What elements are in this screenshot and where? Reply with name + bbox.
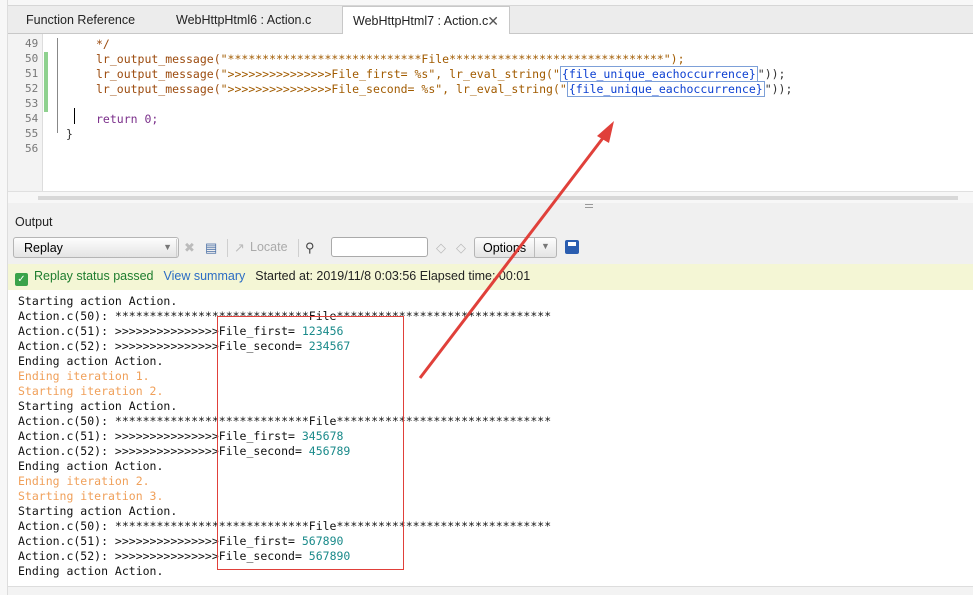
fold-guide bbox=[57, 38, 69, 133]
text-cursor bbox=[74, 108, 75, 124]
check-icon: ✓ bbox=[15, 273, 28, 286]
code-line-54: return 0; bbox=[96, 112, 159, 126]
chevron-down-icon[interactable]: ▼ bbox=[534, 238, 556, 257]
line-number: 50 bbox=[25, 52, 39, 65]
code-line-55: } bbox=[66, 127, 73, 141]
save-icon[interactable] bbox=[565, 240, 579, 254]
replay-status-bar: ✓ Replay status passed View summary Started… bbox=[8, 264, 973, 290]
code-line-50: lr_output_message("*********************… bbox=[96, 52, 685, 66]
output-panel-title: Output bbox=[15, 215, 53, 229]
line-number: 56 bbox=[25, 142, 39, 155]
scrollbar-thumb[interactable] bbox=[38, 196, 958, 200]
tab-function-reference[interactable]: Function Reference bbox=[16, 6, 166, 34]
log-line: Starting action Action. bbox=[18, 399, 178, 413]
wrap-icon[interactable]: ▤ bbox=[205, 240, 217, 256]
line-number-gutter: 49 50 51 52 53 54 55 56 bbox=[8, 34, 43, 191]
editor-tab-bar: Function Reference WebHttpHtml6 : Action… bbox=[8, 0, 973, 35]
toolbar-divider bbox=[298, 239, 299, 257]
log-line: Starting action Action. bbox=[18, 504, 178, 518]
tab-label: WebHttpHtml7 : Action.c bbox=[353, 14, 489, 28]
output-mode-select[interactable]: Replay ▼ bbox=[13, 237, 179, 258]
find-next-icon[interactable]: ◇ bbox=[456, 240, 466, 256]
parameter-highlight: {file_unique_eachoccurrence} bbox=[559, 66, 758, 82]
pane-splitter-handle[interactable] bbox=[585, 204, 593, 208]
tab-webhttphtml6-action[interactable]: WebHttpHtml6 : Action.c bbox=[166, 6, 342, 34]
log-line: Ending iteration 1. bbox=[18, 369, 150, 383]
output-toolbar: Replay ▼ ✖ ▤ ↗ Locate ⚲ ◇ ◇ Options ▼ bbox=[8, 234, 973, 262]
replay-log[interactable]: Starting action Action. Action.c(50): **… bbox=[8, 290, 973, 586]
annotation-highlight-box bbox=[217, 316, 404, 570]
clear-icon[interactable]: ✖ bbox=[184, 240, 195, 256]
editor-horizontal-scrollbar[interactable] bbox=[8, 191, 973, 203]
locate-button[interactable]: Locate bbox=[250, 240, 288, 254]
close-icon[interactable]: ✕ bbox=[487, 13, 499, 30]
code-line-49: */ bbox=[96, 37, 110, 51]
tab-label: WebHttpHtml6 : Action.c bbox=[176, 13, 312, 27]
log-line: Starting action Action. bbox=[18, 294, 178, 308]
change-marker bbox=[44, 52, 48, 112]
log-line: Ending iteration 2. bbox=[18, 474, 150, 488]
line-number: 54 bbox=[25, 112, 39, 125]
code-editor[interactable]: 49 50 51 52 53 54 55 56 */ lr_output_mes… bbox=[8, 34, 973, 191]
search-icon[interactable]: ⚲ bbox=[305, 240, 315, 256]
code-line-52: lr_output_message(">>>>>>>>>>>>>>>File_s… bbox=[96, 81, 793, 97]
replay-status-text: Replay status passed bbox=[34, 269, 154, 283]
line-number: 53 bbox=[25, 97, 39, 110]
line-number: 51 bbox=[25, 67, 39, 80]
log-line: Ending action Action. bbox=[18, 459, 164, 473]
code-line-51: lr_output_message(">>>>>>>>>>>>>>>File_f… bbox=[96, 66, 786, 82]
search-input[interactable] bbox=[331, 237, 428, 257]
line-number: 52 bbox=[25, 82, 39, 95]
log-line: Ending action Action. bbox=[18, 564, 164, 578]
log-line: Ending action Action. bbox=[18, 354, 164, 368]
chevron-down-icon: ▼ bbox=[163, 242, 172, 252]
view-summary-link[interactable]: View summary bbox=[164, 269, 246, 283]
line-number: 49 bbox=[25, 37, 39, 50]
toolbar-divider bbox=[227, 239, 228, 257]
log-line: Starting iteration 2. bbox=[18, 384, 164, 398]
options-button[interactable]: Options ▼ bbox=[474, 237, 557, 258]
toolbar-divider bbox=[176, 239, 177, 257]
find-previous-icon[interactable]: ◇ bbox=[436, 240, 446, 256]
tab-label: Function Reference bbox=[26, 13, 136, 27]
tab-webhttphtml7-action[interactable]: WebHttpHtml7 : Action.c ✕ bbox=[342, 6, 510, 35]
left-panel-edge bbox=[0, 0, 8, 595]
log-horizontal-scrollbar[interactable] bbox=[8, 586, 973, 595]
replay-start-time: Started at: 2019/11/8 0:03:56 Elapsed ti… bbox=[255, 269, 531, 283]
log-line: Starting iteration 3. bbox=[18, 489, 164, 503]
line-number: 55 bbox=[25, 127, 39, 140]
locate-icon[interactable]: ↗ bbox=[234, 240, 245, 256]
parameter-highlight: {file_unique_eachoccurrence} bbox=[566, 81, 765, 97]
